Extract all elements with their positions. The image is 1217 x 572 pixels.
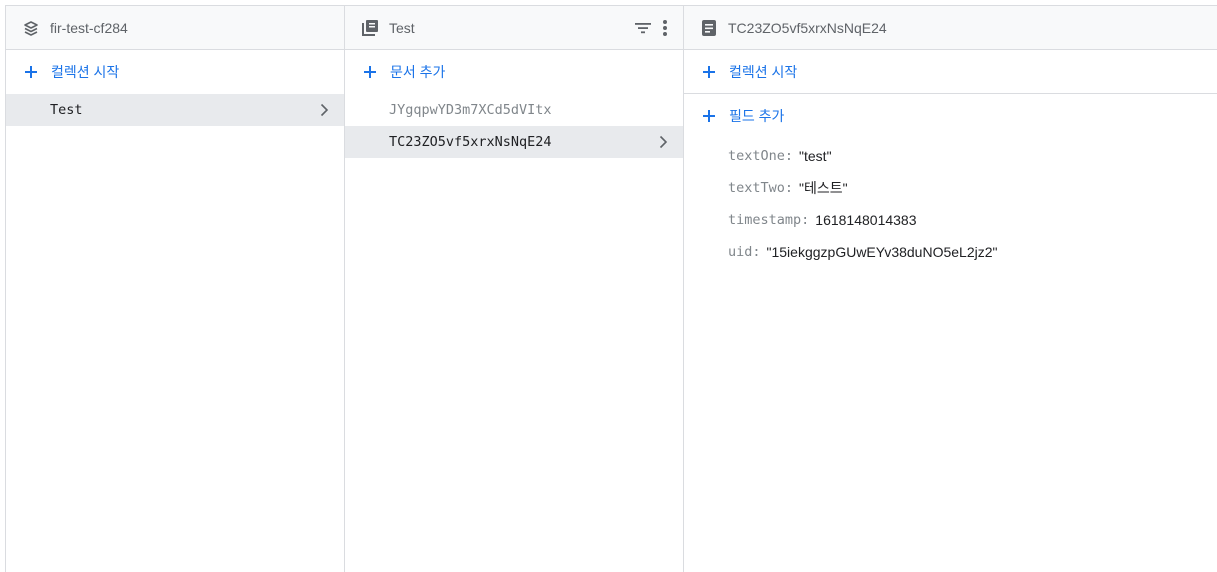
field-key: textOne:: [728, 148, 794, 164]
start-subcollection-button[interactable]: 컬렉션 시작: [684, 50, 1217, 94]
plus-icon: [700, 63, 718, 81]
field-value: "15iekggzpGUwEYv38duNO5eL2jz2": [766, 244, 998, 260]
collection-panel: Test 문서 추가 JYgqpwYD3m7XCd5dVItx TC23ZO5v…: [345, 6, 684, 572]
chevron-right-icon: [316, 102, 332, 118]
field-row[interactable]: uid: "15iekggzpGUwEYv38duNO5eL2jz2": [684, 236, 1217, 268]
document-panel-header: TC23ZO5vf5xrxNsNqE24: [684, 6, 1217, 50]
field-key: textTwo:: [728, 180, 794, 196]
collection-item-label: Test: [50, 102, 83, 118]
add-document-button[interactable]: 문서 추가: [345, 50, 683, 94]
filter-list-icon[interactable]: [633, 18, 653, 43]
collection-panel-header: Test: [345, 6, 683, 50]
plus-icon: [700, 107, 718, 125]
collection-toolbar: [633, 18, 669, 43]
plus-icon: [22, 63, 40, 81]
field-key: timestamp:: [728, 212, 810, 228]
start-collection-label: 컬렉션 시작: [51, 64, 120, 80]
field-value: 1618148014383: [815, 212, 917, 228]
collection-icon: [361, 19, 379, 37]
add-field-label: 필드 추가: [729, 108, 785, 124]
root-panel-header: fir-test-cf284: [6, 6, 344, 50]
start-subcollection-label: 컬렉션 시작: [729, 63, 798, 80]
add-field-button[interactable]: 필드 추가: [684, 94, 1217, 138]
field-row[interactable]: textOne: "test": [684, 140, 1217, 172]
field-value: "test": [799, 148, 832, 164]
document-icon: [700, 19, 718, 37]
document-item[interactable]: JYgqpwYD3m7XCd5dVItx: [345, 94, 683, 126]
firestore-stack-icon: [22, 19, 40, 37]
field-value: "테스트": [799, 180, 848, 196]
start-collection-button[interactable]: 컬렉션 시작: [6, 50, 344, 94]
field-key: uid:: [728, 244, 761, 260]
firestore-data-viewer: fir-test-cf284 컬렉션 시작 Test Test 문서 추가 JY…: [5, 5, 1217, 572]
document-item-label: TC23ZO5vf5xrxNsNqE24: [389, 134, 552, 150]
add-document-label: 문서 추가: [390, 64, 446, 80]
field-row[interactable]: textTwo: "테스트": [684, 172, 1217, 204]
chevron-right-icon: [655, 134, 671, 150]
collection-panel-title: Test: [389, 19, 415, 36]
root-panel-title: fir-test-cf284: [50, 19, 128, 36]
more-vert-icon[interactable]: [661, 18, 669, 43]
document-item-label: JYgqpwYD3m7XCd5dVItx: [389, 102, 552, 118]
document-panel-title: TC23ZO5vf5xrxNsNqE24: [728, 19, 887, 36]
document-panel: TC23ZO5vf5xrxNsNqE24 컬렉션 시작 필드 추가 textOn…: [684, 6, 1217, 572]
field-row[interactable]: timestamp: 1618148014383: [684, 204, 1217, 236]
collection-item-test[interactable]: Test: [6, 94, 344, 126]
document-item[interactable]: TC23ZO5vf5xrxNsNqE24: [345, 126, 683, 158]
root-panel: fir-test-cf284 컬렉션 시작 Test: [6, 6, 345, 572]
plus-icon: [361, 63, 379, 81]
